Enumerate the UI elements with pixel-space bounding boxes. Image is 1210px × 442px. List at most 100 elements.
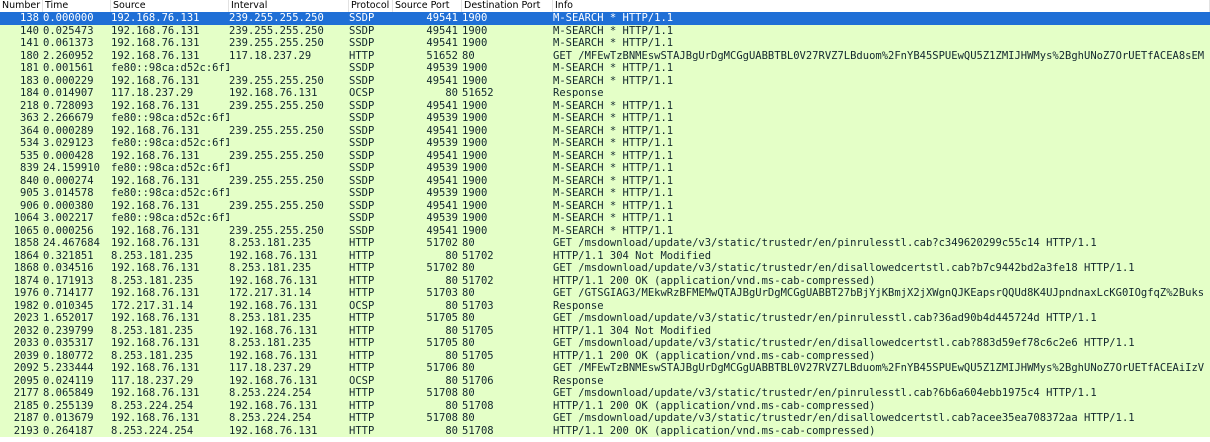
packet-row[interactable]: 839 24.159910 fe80::98ca:d52c:6f1ff02::c SS…: [0, 162, 1210, 175]
packet-destination-port: 80: [462, 262, 475, 274]
packet-row[interactable]: 2039 0.180772 8.253.181.235 192.168.76.131 H…: [0, 349, 1210, 362]
packet-number: 905: [20, 187, 39, 199]
packet-row[interactable]: 183 0.000229 192.168.76.131 239.255.255.250…: [0, 74, 1210, 87]
packet-protocol: HTTP: [349, 262, 375, 274]
packet-destination: 8.253.224.254: [229, 387, 312, 399]
packet-row[interactable]: 1065 0.000256 192.168.76.131 239.255.255.25…: [0, 224, 1210, 237]
packet-source-port: 49541: [426, 124, 458, 137]
packet-row[interactable]: 905 3.014578 fe80::98ca:d52c:6f1ff02::c SSD…: [0, 187, 1210, 200]
packet-protocol: HTTP: [349, 287, 375, 299]
column-header-protocol[interactable]: Protocol: [349, 0, 393, 12]
packet-row[interactable]: 181 0.001561 fe80::98ca:d52c:6f1ff02::c SSD…: [0, 62, 1210, 75]
packet-row[interactable]: 840 0.000274 192.168.76.131 239.255.255.250…: [0, 174, 1210, 187]
packet-source-port: 51706: [426, 362, 458, 374]
column-header-number[interactable]: Number: [0, 0, 43, 12]
packet-time: 2.266679: [43, 112, 94, 124]
packet-protocol: HTTP: [349, 399, 375, 412]
packet-destination: 192.168.76.131: [229, 349, 318, 362]
packet-destination-port: 1900: [462, 74, 488, 87]
packet-protocol: HTTP: [349, 412, 375, 424]
packet-time: 0.000274: [43, 174, 94, 187]
packet-source-port: 80: [445, 349, 458, 362]
column-header-source[interactable]: Source: [111, 0, 229, 12]
packet-source: 192.168.76.131: [111, 37, 200, 49]
packet-row[interactable]: 138 0.000000 192.168.76.131 239.255.255.250…: [0, 12, 1210, 25]
column-header-source-port[interactable]: Source Port: [393, 0, 462, 12]
packet-row[interactable]: 184 0.014907 117.18.237.29 192.168.76.131 OC…: [0, 87, 1210, 100]
packet-row[interactable]: 534 3.029123 fe80::98ca:d52c:6f1ff02::c SSD…: [0, 137, 1210, 150]
packet-destination-port: 1900: [462, 124, 488, 137]
packet-destination: 8.253.224.254: [229, 412, 312, 424]
packet-number: 1874: [13, 274, 39, 287]
packet-time: 0.000428: [43, 149, 94, 162]
packet-row[interactable]: 2185 0.255139 8.253.224.254 192.168.76.131 H…: [0, 399, 1210, 412]
packet-time: 0.180772: [43, 349, 94, 362]
packet-row[interactable]: 2095 0.024119 117.18.237.29 192.168.76.131 O…: [0, 374, 1210, 387]
packet-row[interactable]: 2177 8.065849 192.168.76.131 8.253.224.254 H…: [0, 387, 1210, 400]
packet-source: 192.168.76.131: [111, 287, 200, 299]
packet-number: 534: [20, 137, 39, 149]
packet-source: 192.168.76.131: [111, 24, 200, 37]
packet-row[interactable]: 140 0.025473 192.168.76.131 239.255.255.250…: [0, 24, 1210, 37]
packet-source-port: 51705: [426, 337, 458, 349]
column-header-interval[interactable]: Interval: [229, 0, 349, 12]
column-header-info[interactable]: Info: [553, 0, 1210, 12]
packet-row[interactable]: 1868 0.034516 192.168.76.131 8.253.181.235 H…: [0, 262, 1210, 275]
packet-source: 192.168.76.131: [111, 237, 200, 249]
packet-row[interactable]: 2033 0.035317 192.168.76.131 8.253.181.235 H…: [0, 337, 1210, 350]
packet-row[interactable]: 1982 0.010345 172.217.31.14 192.168.76.131 O…: [0, 299, 1210, 312]
packet-number: 2032: [13, 324, 39, 337]
packet-source-port: 49539: [426, 212, 458, 224]
packet-destination: 239.255.255.250: [229, 149, 324, 162]
packet-time: 0.010345: [43, 299, 94, 312]
column-header-time[interactable]: Time: [43, 0, 111, 12]
packet-row[interactable]: 218 0.728093 192.168.76.131 239.255.255.250…: [0, 99, 1210, 112]
packet-time: 0.000380: [43, 199, 94, 212]
packet-row[interactable]: 906 0.000380 192.168.76.131 239.255.255.250…: [0, 199, 1210, 212]
packet-row[interactable]: 1864 0.321851 8.253.181.235 192.168.76.131 H…: [0, 249, 1210, 262]
packet-info: M-SEARCH * HTTP/1.1: [553, 112, 674, 124]
packet-destination: 239.255.255.250: [229, 37, 324, 49]
packet-destination: 117.18.237.29: [229, 362, 312, 374]
packet-destination: 117.18.237.29: [229, 49, 312, 62]
column-header-destination-port[interactable]: Destination Port: [462, 0, 553, 12]
packet-info: GET /msdownload/update/v3/static/trusted…: [553, 387, 1097, 399]
packet-source-port: 49539: [426, 162, 458, 174]
packet-destination: 239.255.255.250: [229, 124, 324, 137]
packet-protocol: SSDP: [349, 224, 375, 237]
packet-row[interactable]: 2092 5.233444 192.168.76.131 117.18.237.29 H…: [0, 362, 1210, 375]
packet-protocol: HTTP: [349, 349, 375, 362]
packet-row[interactable]: 1976 0.714177 192.168.76.131 172.217.31.14 H…: [0, 287, 1210, 300]
packet-source-port: 80: [445, 249, 458, 262]
packet-row[interactable]: 1858 24.467684 192.168.76.131 8.253.181.235…: [0, 237, 1210, 250]
packet-row[interactable]: 1874 0.171913 8.253.181.235 192.168.76.131 H…: [0, 274, 1210, 287]
packet-row[interactable]: 1064 3.002217 fe80::98ca:d52c:6f1ff02::c SS…: [0, 212, 1210, 225]
packet-number: 2177: [13, 387, 39, 399]
packet-source: 192.168.76.131: [111, 199, 200, 212]
packet-info: M-SEARCH * HTTP/1.1: [553, 99, 674, 112]
packet-row[interactable]: 2193 0.264187 8.253.224.254 192.168.76.131 H…: [0, 424, 1210, 437]
packet-info: GET /msdownload/update/v3/static/trusted…: [553, 237, 1097, 249]
packet-row[interactable]: 2187 0.013679 192.168.76.131 8.253.224.254 H…: [0, 412, 1210, 425]
packet-number: 1976: [13, 287, 39, 299]
packet-time: 24.467684: [43, 237, 100, 249]
packet-source: 8.253.181.235: [111, 274, 194, 287]
packet-number: 141: [20, 37, 39, 49]
packet-destination: [229, 162, 349, 175]
packet-destination: 192.168.76.131: [229, 399, 318, 412]
packet-info: Response: [553, 87, 604, 99]
packet-destination-port: 80: [462, 362, 475, 374]
packet-row[interactable]: 2023 1.652017 192.168.76.131 8.253.181.235 H…: [0, 312, 1210, 325]
packet-row[interactable]: 141 0.061373 192.168.76.131 239.255.255.250…: [0, 37, 1210, 50]
packet-row[interactable]: 364 0.000289 192.168.76.131 239.255.255.250…: [0, 124, 1210, 137]
packet-row[interactable]: 363 2.266679 fe80::98ca:d52c:6f1ff02::c SSD…: [0, 112, 1210, 125]
packet-destination: 192.168.76.131: [229, 324, 318, 337]
packet-source: 192.168.76.131: [111, 312, 200, 324]
packet-row[interactable]: 180 2.260952 192.168.76.131 117.18.237.29 HT…: [0, 49, 1210, 62]
packet-protocol: HTTP: [349, 362, 375, 374]
packet-number: 1982: [13, 299, 39, 312]
packet-protocol: SSDP: [349, 149, 375, 162]
packet-destination-port: 1900: [462, 137, 488, 149]
packet-row[interactable]: 2032 0.239799 8.253.181.235 192.168.76.131 H…: [0, 324, 1210, 337]
packet-row[interactable]: 535 0.000428 192.168.76.131 239.255.255.250…: [0, 149, 1210, 162]
